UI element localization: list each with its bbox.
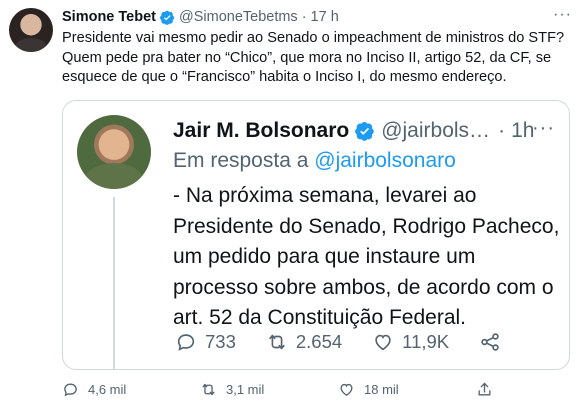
share-button[interactable] xyxy=(479,331,509,353)
like-button[interactable]: 18 mil xyxy=(338,381,399,398)
reply-mention-link[interactable]: @jairbolsonaro xyxy=(314,149,456,172)
quoted-author-name[interactable]: Jair M. Bolsonaro xyxy=(173,119,349,143)
reply-count: 733 xyxy=(205,331,236,352)
quoted-tweet-text: - Na próxima semana, levarei ao Presiden… xyxy=(173,184,560,329)
like-count: 18 mil xyxy=(364,381,399,397)
quoted-tweet[interactable]: Jair M. Bolsonaro @jairbols… · 1h ··· Em… xyxy=(62,100,570,370)
tweet-timestamp[interactable]: 17 h xyxy=(311,9,339,25)
retweet-count: 3,1 mil xyxy=(226,381,265,397)
quoted-timestamp[interactable]: 1h xyxy=(511,119,534,143)
share-icon xyxy=(481,333,499,351)
quoted-author-handle[interactable]: @jairbols… xyxy=(381,119,490,143)
like-button[interactable]: 11,9K xyxy=(372,331,449,353)
reply-icon xyxy=(177,334,195,351)
reply-icon xyxy=(64,383,77,396)
author-avatar[interactable] xyxy=(9,8,53,52)
retweet-button[interactable]: 2.654 xyxy=(266,331,342,353)
quoted-action-bar: 733 2.654 11,9K xyxy=(175,331,509,353)
quoted-tweet-header: Jair M. Bolsonaro @jairbols… · 1h xyxy=(173,115,534,147)
verified-badge-icon xyxy=(160,10,175,25)
more-icon[interactable]: ··· xyxy=(532,117,555,140)
author-handle[interactable]: @SimoneTebetms xyxy=(179,9,298,25)
retweet-button[interactable]: 3,1 mil xyxy=(200,381,264,398)
thread-line xyxy=(113,197,115,369)
reply-button[interactable]: 4,6 mil xyxy=(62,381,126,398)
reply-count: 4,6 mil xyxy=(88,381,127,397)
reply-prefix: Em resposta a xyxy=(173,149,309,172)
tweet-text: Presidente vai mesmo pedir ao Senado o i… xyxy=(62,30,565,85)
share-button[interactable] xyxy=(476,381,502,398)
separator-dot: · xyxy=(498,119,506,142)
reply-context: Em resposta a @jairbolsonaro xyxy=(173,149,456,173)
retweet-icon xyxy=(202,383,215,395)
share-icon xyxy=(478,382,491,395)
retweet-count: 2.654 xyxy=(295,331,343,352)
retweet-icon xyxy=(269,334,285,350)
like-icon xyxy=(340,383,353,396)
tweet-header: Simone Tebet @SimoneTebetms · 17 h xyxy=(62,7,339,27)
like-count: 11,9K xyxy=(402,331,450,352)
reply-button[interactable]: 733 xyxy=(175,331,236,353)
quoted-author-avatar[interactable] xyxy=(77,115,151,189)
author-name[interactable]: Simone Tebet xyxy=(62,9,156,25)
tweet-action-bar: 4,6 mil 3,1 mil 18 mil xyxy=(62,378,572,400)
separator-dot: · xyxy=(301,9,307,25)
like-icon xyxy=(375,334,391,351)
verified-badge-icon xyxy=(355,122,374,141)
more-icon[interactable]: ··· xyxy=(553,6,572,24)
